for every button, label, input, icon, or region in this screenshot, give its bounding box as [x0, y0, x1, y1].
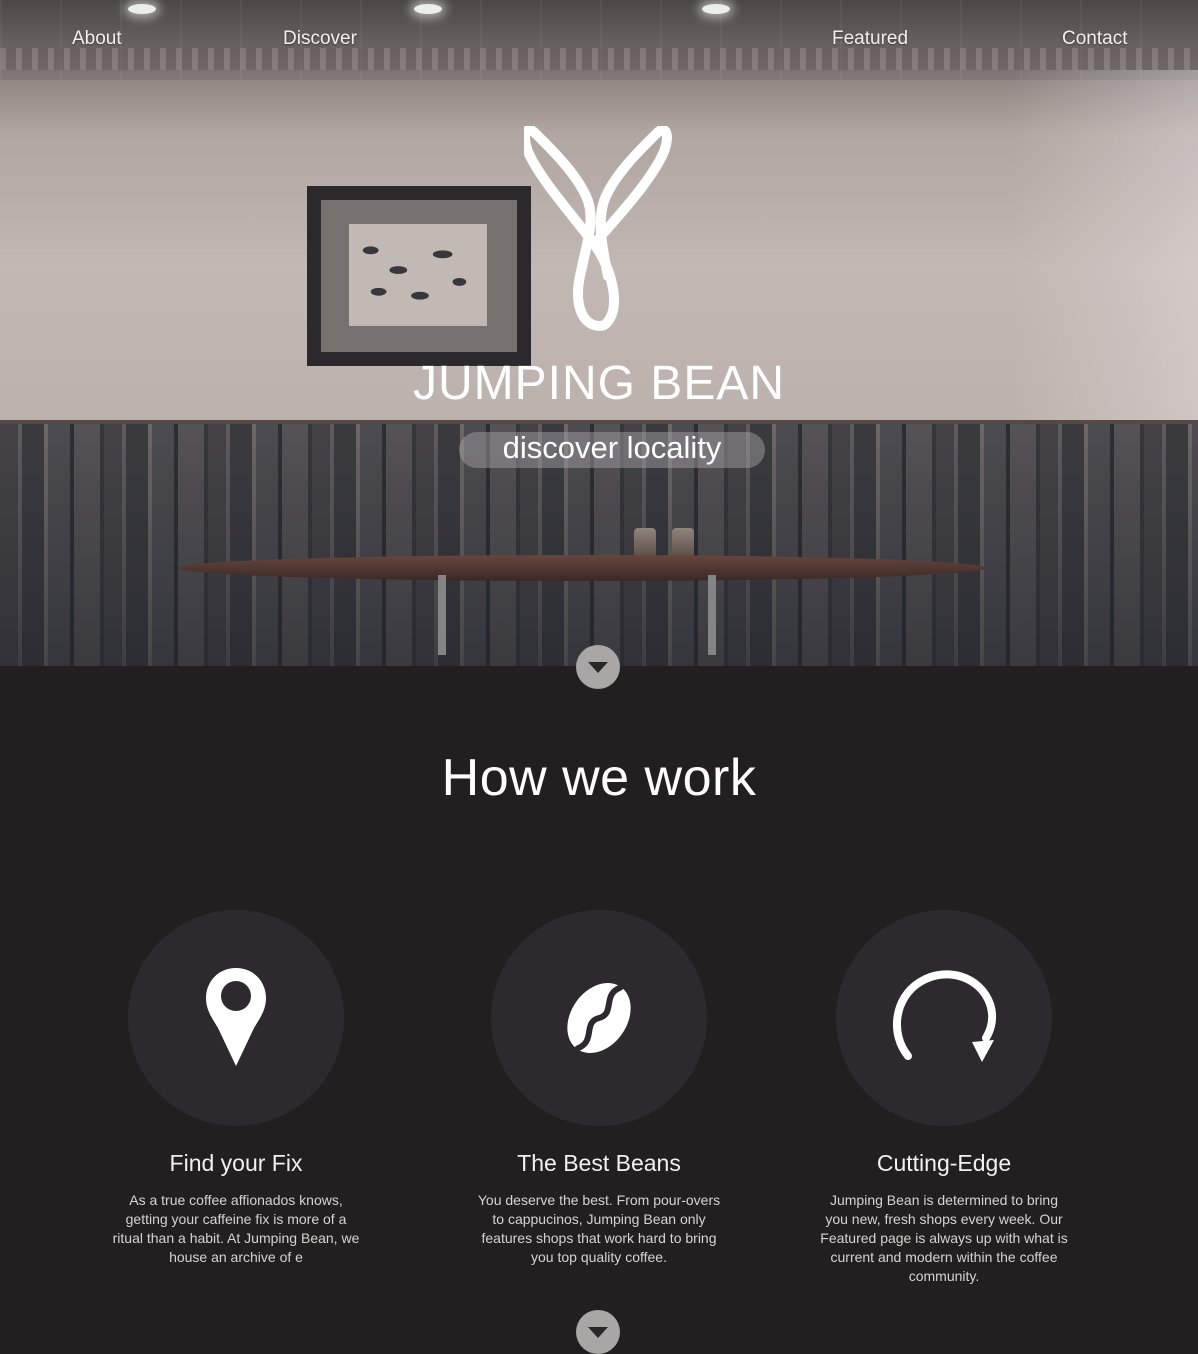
- feature-description: Jumping Bean is determined to bring you …: [820, 1192, 1068, 1284]
- feature-icon-circle: [128, 910, 344, 1126]
- refresh-icon: [892, 970, 997, 1062]
- scroll-down-button[interactable]: [576, 1310, 620, 1354]
- feature-description: You deserve the best. From pour-overs to…: [477, 1192, 721, 1265]
- hero-section: About Discover Featured Contact JUMPING …: [0, 0, 1198, 666]
- nav-about[interactable]: About: [72, 28, 122, 50]
- feature-find-your-fix: Find your Fix As a true coffee affionado…: [86, 910, 386, 1267]
- tagline: discover locality: [502, 430, 722, 465]
- feature-icon-circle: [491, 910, 707, 1126]
- jumping-bean-logo-icon: [524, 126, 672, 331]
- nav-featured[interactable]: Featured: [832, 28, 908, 50]
- feature-description: As a true coffee affionados knows, getti…: [112, 1192, 360, 1265]
- feature-best-beans: The Best Beans You deserve the best. Fro…: [449, 910, 749, 1267]
- feature-icon-circle: [836, 910, 1052, 1126]
- feature-title: Find your Fix: [169, 1150, 303, 1176]
- hero-overlay: [0, 0, 1198, 666]
- nav-discover[interactable]: Discover: [283, 28, 357, 50]
- coffee-bean-icon: [567, 982, 631, 1054]
- feature-title: The Best Beans: [517, 1150, 681, 1176]
- feature-title: Cutting-Edge: [876, 1150, 1012, 1176]
- location-pin-icon: [206, 968, 266, 1066]
- nav-contact[interactable]: Contact: [1062, 28, 1127, 50]
- feature-cutting-edge: Cutting-Edge Jumping Bean is determined …: [794, 910, 1094, 1286]
- section-title: How we work: [441, 749, 757, 807]
- scroll-down-button[interactable]: [576, 645, 620, 689]
- brand-name: JUMPING BEAN: [412, 357, 786, 410]
